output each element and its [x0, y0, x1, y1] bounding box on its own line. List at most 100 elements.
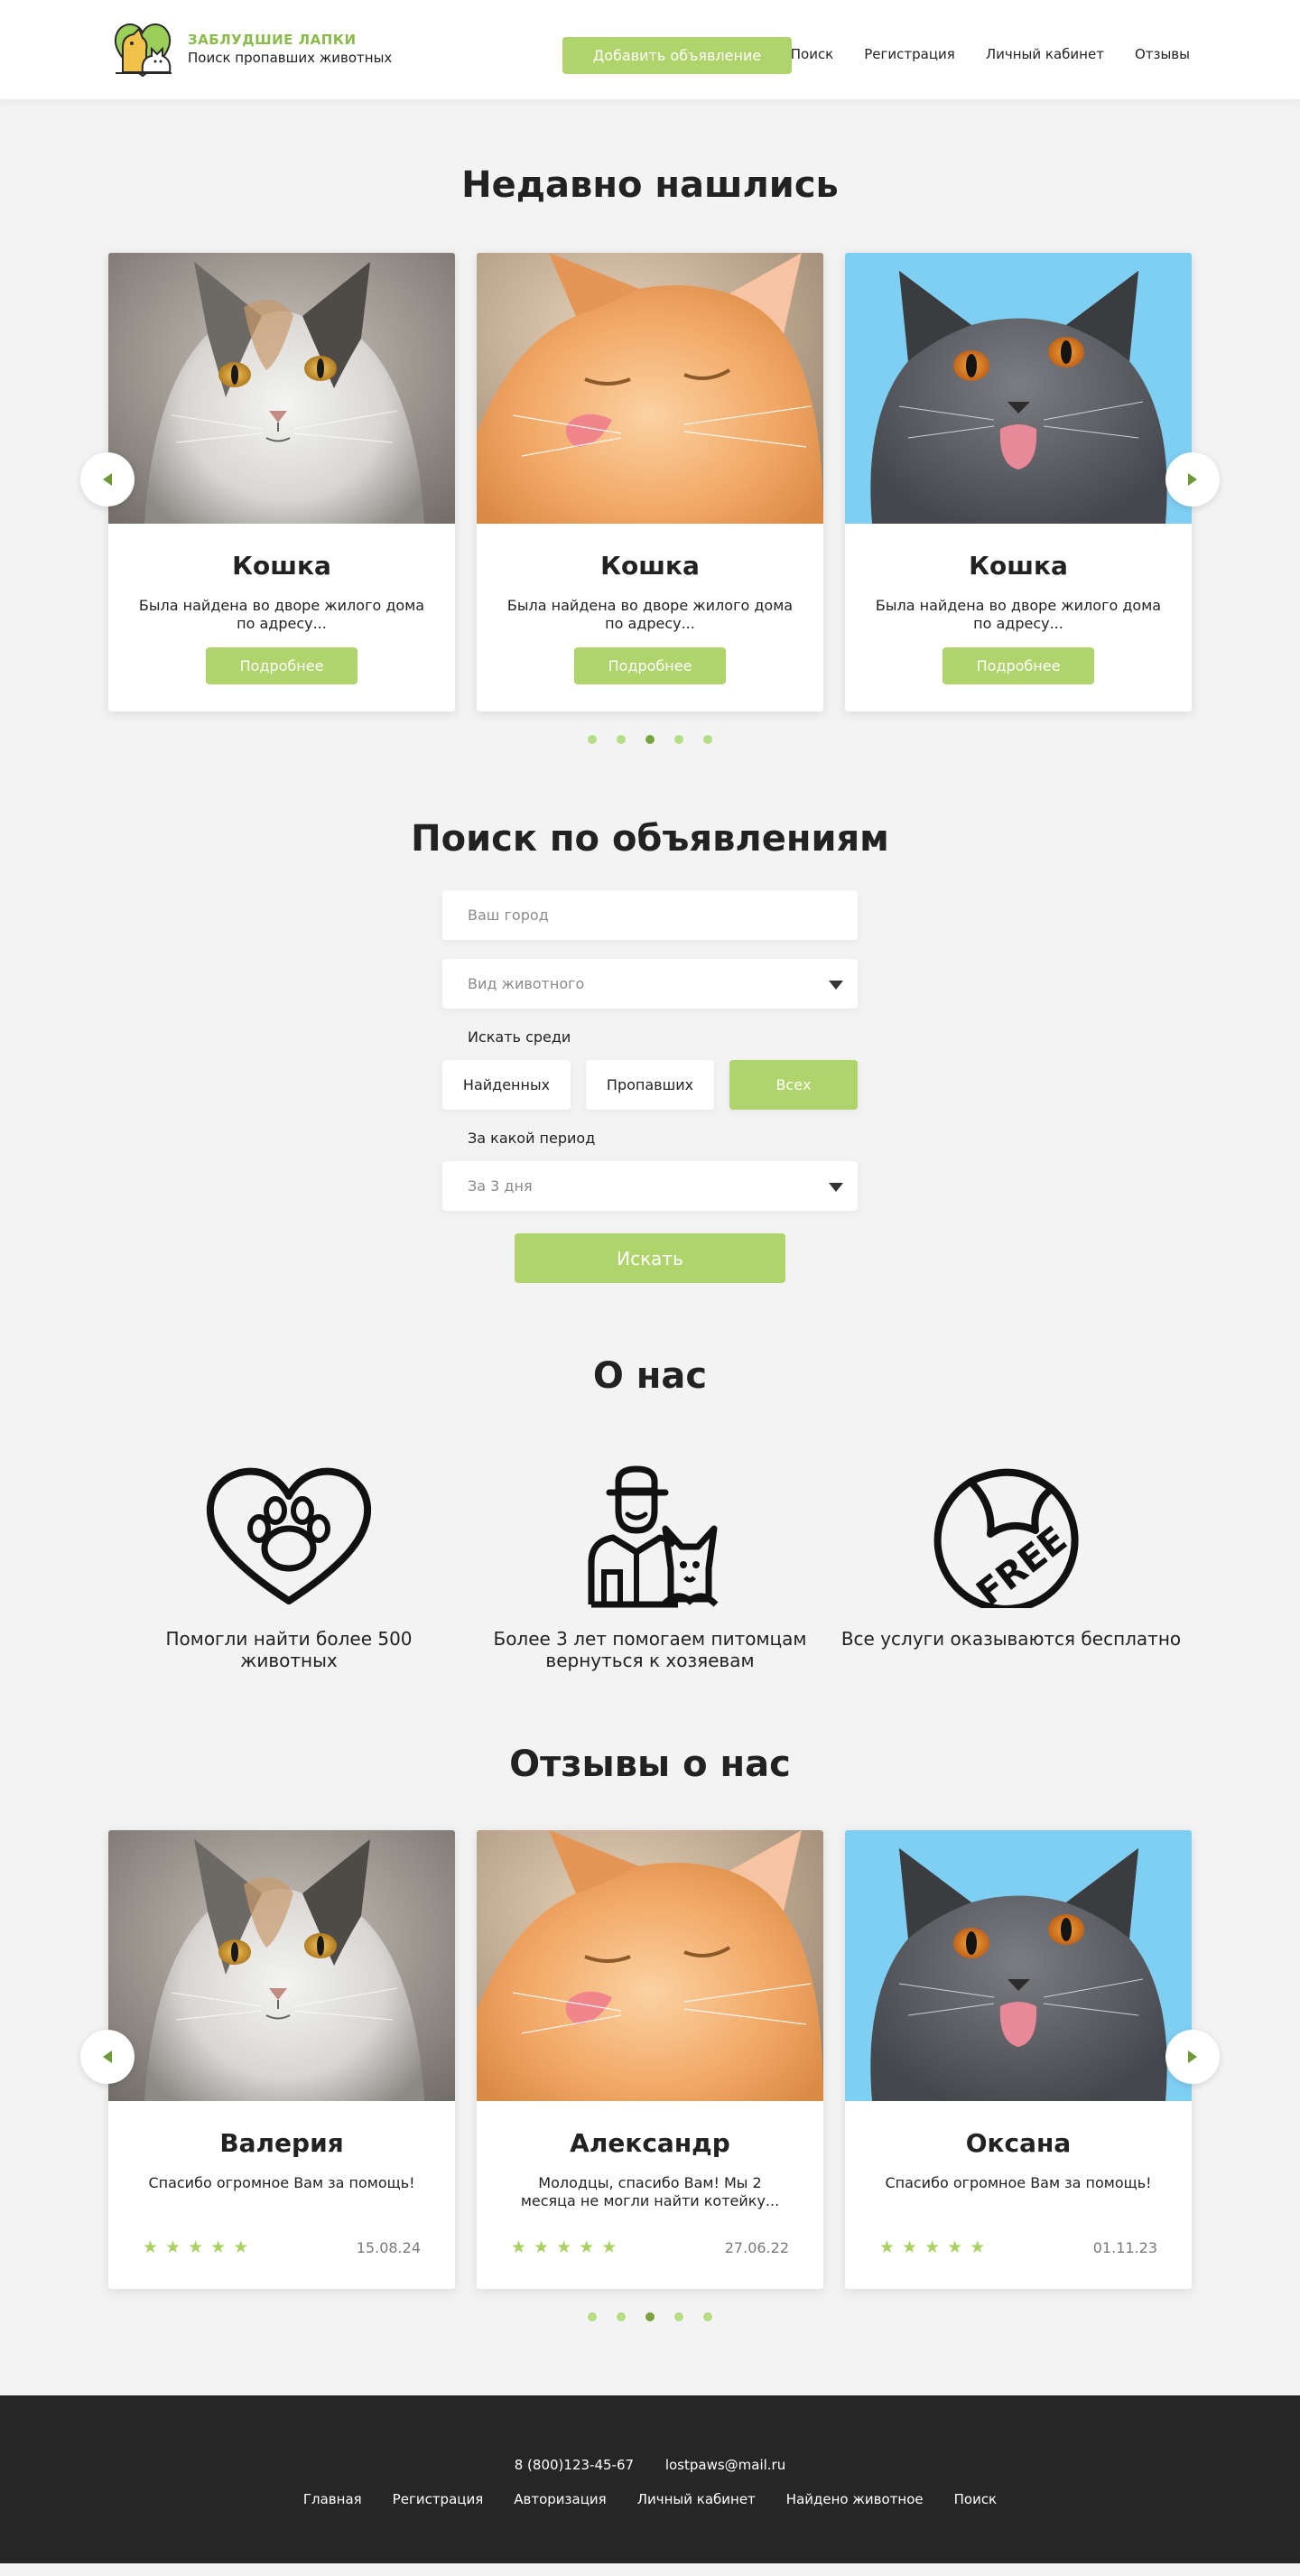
svg-text:FREE: FREE: [969, 1519, 1074, 1608]
carousel-dot[interactable]: [703, 735, 712, 744]
footer-nav-login[interactable]: Авторизация: [514, 2491, 606, 2507]
rating-stars: ★ ★ ★ ★ ★: [143, 2239, 248, 2256]
carousel-dot[interactable]: [674, 735, 683, 744]
main-nav: Поиск Регистрация Личный кабинет Отзывы: [760, 46, 1190, 62]
reviewer-name: Валерия: [219, 2128, 344, 2158]
star-icon: ★: [924, 2237, 941, 2257]
ginger-kitten-photo: [477, 1830, 823, 2101]
nav-search[interactable]: Поиск: [791, 46, 834, 62]
site-header: ЗАБЛУДШИЕ ЛАПКИ Поиск пропавших животных…: [0, 0, 1300, 99]
details-button[interactable]: Подробнее: [942, 647, 1094, 684]
card-name: Кошка: [232, 551, 331, 581]
ginger-kitten-photo: [477, 253, 823, 524]
details-button[interactable]: Подробнее: [206, 647, 358, 684]
star-icon: ★: [970, 2237, 986, 2257]
star-icon: ★: [879, 2237, 896, 2257]
search-section: Поиск по объявлениям Вид животного Искат…: [0, 744, 1300, 1283]
rating-stars: ★ ★ ★ ★ ★: [511, 2239, 617, 2256]
animal-type-select[interactable]: Вид животного: [442, 959, 858, 1009]
free-sticker-icon: FREE: [933, 1468, 1079, 1608]
feature-item: Помогли найти более 500 животных: [117, 1464, 460, 1671]
city-field[interactable]: [442, 890, 858, 940]
add-listing-button[interactable]: Добавить объявление: [562, 37, 792, 74]
star-icon: ★: [902, 2237, 918, 2257]
caret-down-icon: [829, 1183, 843, 1192]
reviews-section: Отзывы о нас Валерия Спасибо огромное Ва…: [0, 1671, 1300, 2321]
carousel-dot[interactable]: [617, 735, 626, 744]
nav-reviews[interactable]: Отзывы: [1135, 46, 1190, 62]
search-form: Вид животного Искать среди Найденных Про…: [442, 890, 858, 1283]
period-select[interactable]: За 3 дня: [442, 1161, 858, 1211]
carousel-dot-active[interactable]: [645, 2312, 655, 2321]
carousel-dot[interactable]: [588, 735, 597, 744]
card-description: Была найдена во дворе жилого дома по адр…: [875, 597, 1162, 632]
site-footer: 8 (800)123-45-67 lostpaws@mail.ru Главна…: [0, 2395, 1300, 2563]
review-card: Оксана Спасибо огромное Вам за помощь! ★…: [845, 1830, 1192, 2289]
feature-item: Более 3 лет помогаем питомцам вернуться …: [478, 1464, 822, 1671]
footer-contacts: 8 (800)123-45-67 lostpaws@mail.ru: [0, 2457, 1300, 2473]
star-icon: ★: [534, 2237, 550, 2257]
reviewer-name: Оксана: [965, 2128, 1072, 2158]
carousel-dot[interactable]: [674, 2312, 683, 2321]
review-text: Спасибо огромное Вам за помощь!: [148, 2174, 415, 2191]
footer-phone[interactable]: 8 (800)123-45-67: [515, 2457, 634, 2473]
carousel-dot[interactable]: [588, 2312, 597, 2321]
card-name: Кошка: [969, 551, 1068, 581]
arrow-left-icon: [103, 473, 112, 486]
nav-registration[interactable]: Регистрация: [864, 46, 955, 62]
search-submit-button[interactable]: Искать: [515, 1233, 785, 1283]
carousel-prev-button[interactable]: [80, 452, 135, 507]
calico-cat-photo: [108, 253, 455, 524]
star-icon: ★: [165, 2237, 181, 2257]
reviews-prev-button[interactable]: [80, 2030, 135, 2084]
about-section: О нас Помогли найти более 500 животных Б…: [0, 1283, 1300, 1671]
star-icon: ★: [601, 2237, 618, 2257]
footer-nav-registration[interactable]: Регистрация: [393, 2491, 484, 2507]
footer-nav-account[interactable]: Личный кабинет: [637, 2491, 756, 2507]
footer-nav-search[interactable]: Поиск: [954, 2491, 998, 2507]
period-label: За какой период: [468, 1130, 596, 1147]
search-among-segmented: Найденных Пропавших Всех: [442, 1060, 858, 1110]
reviews-carousel-dots: [0, 2312, 1300, 2321]
review-date: 15.08.24: [356, 2239, 421, 2256]
gray-british-cat-photo: [845, 1830, 1192, 2101]
segment-found[interactable]: Найденных: [442, 1060, 571, 1110]
reviews-carousel: Валерия Спасибо огромное Вам за помощь! …: [0, 1830, 1300, 2289]
carousel-dot[interactable]: [617, 2312, 626, 2321]
city-input[interactable]: [468, 907, 811, 924]
review-card: Александр Молодцы, спасибо Вам! Мы 2 мес…: [477, 1830, 823, 2289]
footer-nav-found-animal[interactable]: Найдено животное: [786, 2491, 924, 2507]
about-title: О нас: [592, 1355, 708, 1397]
star-icon: ★: [579, 2237, 595, 2257]
review-text: Молодцы, спасибо Вам! Мы 2 месяца не мог…: [520, 2174, 780, 2209]
details-button[interactable]: Подробнее: [574, 647, 726, 684]
segment-lost[interactable]: Пропавших: [586, 1060, 714, 1110]
carousel-dot[interactable]: [703, 2312, 712, 2321]
logo-title: ЗАБЛУДШИЕ ЛАПКИ: [188, 32, 357, 48]
period-value: За 3 дня: [468, 1177, 533, 1195]
footer-nav-home[interactable]: Главная: [303, 2491, 362, 2507]
found-carousel: Кошка Была найдена во дворе жилого дома …: [0, 253, 1300, 711]
rating-stars: ★ ★ ★ ★ ★: [879, 2239, 985, 2256]
found-card: Кошка Была найдена во дворе жилого дома …: [477, 253, 823, 711]
logo-subtitle: Поиск пропавших животных: [188, 50, 393, 66]
segment-all[interactable]: Всех: [729, 1060, 858, 1110]
footer-email[interactable]: lostpaws@mail.ru: [665, 2457, 785, 2473]
card-description: Была найдена во дворе жилого дома по адр…: [138, 597, 425, 632]
feature-text: Все услуги оказываются бесплатно: [840, 1628, 1182, 1650]
footer-nav: Главная Регистрация Авторизация Личный к…: [0, 2491, 1300, 2507]
logo[interactable]: ЗАБЛУДШИЕ ЛАПКИ Поиск пропавших животных: [110, 16, 392, 81]
star-icon: ★: [511, 2237, 527, 2257]
card-description: Была найдена во дворе жилого дома по адр…: [506, 597, 794, 632]
carousel-next-button[interactable]: [1165, 452, 1220, 507]
reviewer-name: Александр: [570, 2128, 730, 2158]
dog-cat-logo-icon: [114, 23, 172, 78]
review-date: 01.11.23: [1092, 2239, 1157, 2256]
reviews-next-button[interactable]: [1165, 2030, 1220, 2084]
gray-british-cat-photo: [845, 253, 1192, 524]
nav-account[interactable]: Личный кабинет: [986, 46, 1104, 62]
review-card: Валерия Спасибо огромное Вам за помощь! …: [108, 1830, 455, 2289]
arrow-right-icon: [1188, 473, 1197, 486]
carousel-dot-active[interactable]: [645, 735, 655, 744]
man-with-dog-icon: [588, 1465, 719, 1608]
